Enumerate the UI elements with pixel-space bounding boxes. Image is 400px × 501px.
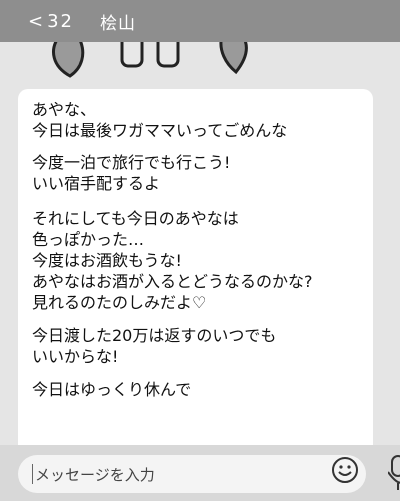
back-button[interactable]: <32: [28, 11, 74, 32]
sticker-image[interactable]: [40, 42, 280, 92]
message-input[interactable]: メッセージを入力: [18, 455, 366, 493]
emoji-icon[interactable]: [331, 456, 359, 484]
message-paragraph: それにしても今日のあやなは 色っぽかった… 今度はお酒飲もうな! あやなはお酒が…: [32, 209, 313, 312]
message-paragraph: あやな、 今日は最後ワガママいってごめんな: [32, 100, 288, 140]
unread-count: 32: [47, 10, 74, 32]
message-composer: メッセージを入力: [0, 445, 400, 501]
message-input-placeholder: メッセージを入力: [35, 465, 155, 484]
message-paragraph: 今日はゆっくり休んで: [32, 380, 192, 399]
chat-title: 桧山: [100, 13, 136, 34]
message-bubble[interactable]: あやな、 今日は最後ワガママいってごめんな 今度一泊で旅行でも行こう! いい宿手…: [18, 89, 373, 445]
message-list[interactable]: あやな、 今日は最後ワガママいってごめんな 今度一泊で旅行でも行こう! いい宿手…: [0, 42, 400, 445]
microphone-icon[interactable]: [388, 452, 400, 494]
message-paragraph: 今度一泊で旅行でも行こう! いい宿手配するよ: [32, 153, 231, 193]
message-paragraph: 今日渡した20万は返すのいつでも いいからな!: [32, 326, 277, 366]
back-chevron-icon: <: [28, 10, 46, 32]
chat-header: <32 桧山: [0, 0, 400, 42]
text-caret: [32, 464, 33, 484]
